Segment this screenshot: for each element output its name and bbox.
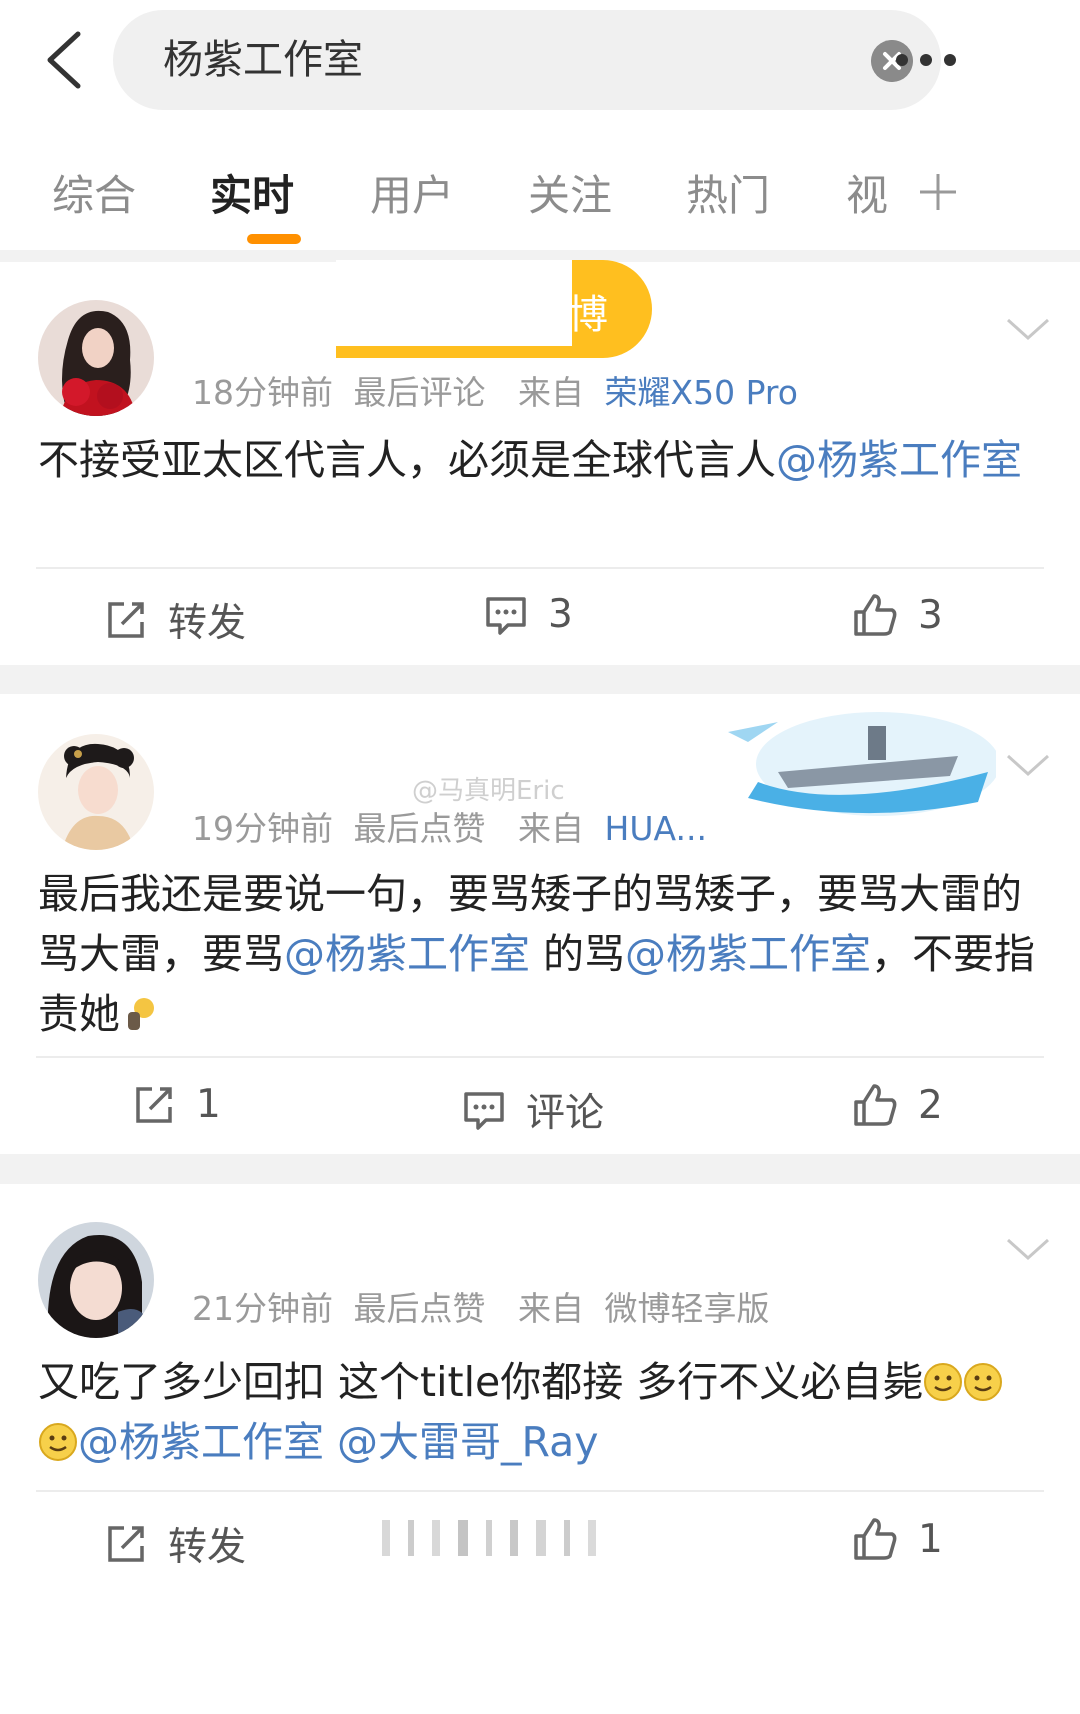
chevron-down-icon[interactable] xyxy=(1004,314,1052,344)
tab-bar: 综合 实时 用户 关注 热门 视 xyxy=(0,150,1080,250)
avatar[interactable] xyxy=(38,300,154,416)
post-from: 来自 xyxy=(518,1289,584,1328)
chevron-down-icon[interactable] xyxy=(1004,750,1052,780)
mention-link[interactable]: @大雷哥_Ray xyxy=(337,1418,598,1466)
repost-button[interactable]: 转发 xyxy=(104,592,246,648)
post-text-part: 的骂 xyxy=(530,930,626,978)
chevron-down-icon[interactable] xyxy=(1004,1234,1052,1264)
avatar[interactable] xyxy=(38,1222,154,1338)
badge-mask xyxy=(336,260,572,346)
decorative-card-banner xyxy=(728,712,996,816)
thumbs-up-icon xyxy=(854,1084,897,1126)
post-source[interactable]: 微博轻享版 xyxy=(605,1289,770,1328)
repost-icon xyxy=(108,602,144,638)
post-text: 不接受亚太区代言人，必须是全球代言人@杨紫工作室 xyxy=(38,430,1038,490)
like-button[interactable]: 2 xyxy=(852,1082,943,1128)
smile-emoji-icon xyxy=(39,1423,77,1461)
tab-video[interactable]: 视 xyxy=(846,162,888,223)
emoji-lightbulb-icon xyxy=(128,998,154,1030)
like-count: 2 xyxy=(918,1082,943,1128)
comment-label: 评论 xyxy=(526,1091,605,1136)
tab-comprehensive[interactable]: 综合 xyxy=(52,162,136,223)
post-text: 最后我还是要说一句，要骂矮子的骂矮子，要骂大雷的骂大雷，要骂@杨紫工作室 的骂@… xyxy=(38,864,1038,1044)
post-card[interactable]: 21分钟前 最后点赞 来自 微博轻享版 又吃了多少回扣 这个title你都接 多… xyxy=(0,1184,1080,1714)
active-tab-indicator xyxy=(247,234,301,244)
smile-emoji-icon xyxy=(964,1363,1003,1401)
tab-hot[interactable]: 热门 xyxy=(686,162,770,223)
avatar[interactable] xyxy=(38,734,154,850)
post-meta: 19分钟前 最后点赞 来自 HUA... xyxy=(192,802,707,850)
loading-bars-icon xyxy=(382,1520,596,1556)
search-query[interactable]: 杨紫工作室 xyxy=(163,10,363,110)
repost-count: 1 xyxy=(196,1082,221,1127)
mention-link[interactable]: @杨紫工作室 xyxy=(284,930,530,978)
tab-following[interactable]: 关注 xyxy=(528,162,612,223)
post-from: 来自 xyxy=(518,809,584,848)
post-activity: 最后点赞 xyxy=(353,1289,486,1328)
like-button[interactable]: 1 xyxy=(852,1516,943,1562)
post-time: 18分钟前 xyxy=(192,373,333,412)
post-text-plain: 不接受亚太区代言人，必须是全球代言人 xyxy=(38,436,776,484)
like-count: 3 xyxy=(918,592,943,638)
post-card[interactable]: 博 18分钟前 最后评论 来自 荣耀X50 Pro 不接受亚太区代言人，必须是全… xyxy=(0,260,1080,665)
search-input[interactable]: 杨紫工作室 xyxy=(113,10,941,110)
repost-button[interactable]: 转发 xyxy=(104,1516,246,1572)
repost-icon xyxy=(108,1526,144,1562)
post-text-part xyxy=(324,1418,337,1466)
post-source[interactable]: 荣耀X50 Pro xyxy=(605,373,798,412)
add-tab-icon[interactable] xyxy=(916,170,960,214)
post-time: 21分钟前 xyxy=(192,1289,333,1328)
promo-badge: 博 xyxy=(336,260,652,358)
repost-icon xyxy=(136,1086,172,1123)
repost-button[interactable]: 1 xyxy=(132,1082,221,1127)
like-button[interactable]: 3 xyxy=(852,592,943,638)
mention-link[interactable]: @杨紫工作室 xyxy=(78,1418,324,1466)
post-card[interactable]: @马真明Eric 19分钟前 最后点赞 来自 HUA... 最后我还是要说一句，… xyxy=(0,694,1080,1154)
comment-icon xyxy=(486,596,526,635)
comment-button[interactable]: 评论 xyxy=(462,1082,604,1138)
like-count: 1 xyxy=(918,1516,943,1562)
comment-icon xyxy=(464,1092,504,1130)
mention-link[interactable]: @杨紫工作室 xyxy=(776,436,1022,484)
post-meta: 18分钟前 最后评论 来自 荣耀X50 Pro xyxy=(192,366,798,414)
back-arrow-icon[interactable] xyxy=(40,28,90,92)
more-options-icon[interactable] xyxy=(892,40,972,80)
thumbs-up-icon xyxy=(854,1518,897,1560)
post-time: 19分钟前 xyxy=(192,809,333,848)
tab-users[interactable]: 用户 xyxy=(370,162,454,223)
search-header: 杨紫工作室 综合 实时 用户 关注 热门 视 xyxy=(0,0,1080,250)
mention-link[interactable]: @杨紫工作室 xyxy=(625,930,871,978)
repost-label: 转发 xyxy=(168,601,247,646)
post-text: 又吃了多少回扣 这个title你都接 多行不义必自毙 @杨紫工作室 @大雷哥_Ra… xyxy=(38,1352,1038,1472)
post-meta: 21分钟前 最后点赞 来自 微博轻享版 xyxy=(192,1282,770,1330)
comment-button[interactable]: 3 xyxy=(484,592,573,637)
divider xyxy=(36,567,1044,569)
tab-realtime[interactable]: 实时 xyxy=(210,162,294,223)
badge-text: 博 xyxy=(568,292,608,338)
post-activity: 最后点赞 xyxy=(353,809,486,848)
post-from: 来自 xyxy=(518,373,584,412)
thumbs-up-icon xyxy=(854,594,897,636)
divider xyxy=(36,1056,1044,1058)
smile-emoji-icon xyxy=(924,1363,963,1401)
post-text-part: 又吃了多少回扣 这个title你都接 多行不义必自毙 xyxy=(38,1358,924,1406)
repost-label: 转发 xyxy=(168,1525,247,1570)
post-activity: 最后评论 xyxy=(353,373,486,412)
post-source[interactable]: HUA... xyxy=(605,809,707,848)
comment-count: 3 xyxy=(548,592,573,637)
divider xyxy=(36,1490,1044,1492)
